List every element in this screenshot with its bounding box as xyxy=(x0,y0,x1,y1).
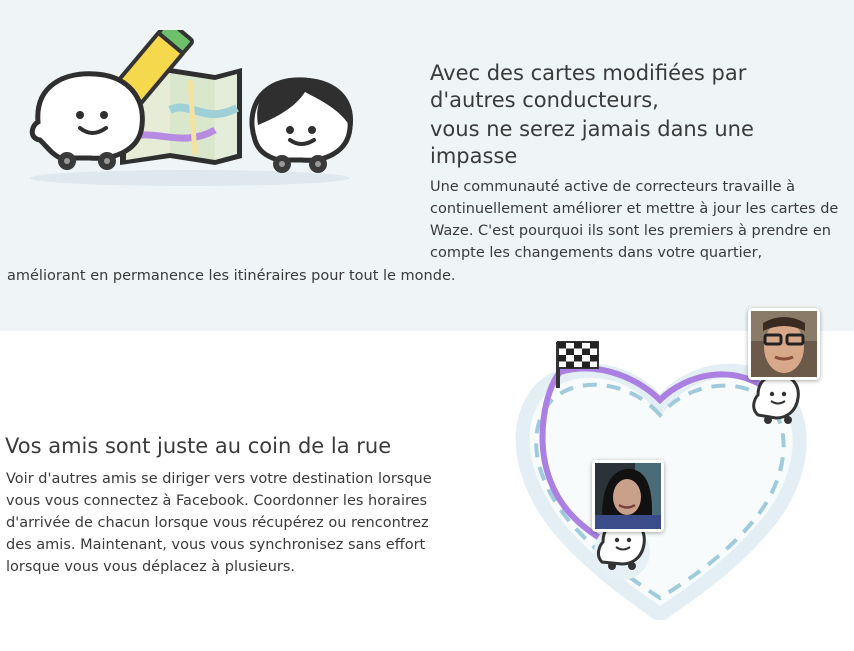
title-line: impasse xyxy=(430,144,518,168)
avatar-image xyxy=(751,311,817,377)
friends-section-title: Vos amis sont juste au coin de la rue xyxy=(5,434,392,458)
friend-avatar-man xyxy=(748,308,820,380)
avatar-image xyxy=(595,463,661,529)
edit-section-body-tail: améliorant en permanence les itinéraires… xyxy=(7,268,456,284)
editing-illustration xyxy=(29,30,354,186)
title-line: Avec des cartes modifiées par xyxy=(430,61,747,85)
edit-section-subtitle: vous ne serez jamais dans une impasse xyxy=(430,116,830,170)
edit-section-title: Avec des cartes modifiées par d'autres c… xyxy=(430,60,830,114)
shadow xyxy=(30,170,350,186)
friend-avatar-woman xyxy=(592,460,664,532)
title-line: d'autres conducteurs, xyxy=(430,88,659,112)
title-line: vous ne serez jamais dans une xyxy=(430,117,754,141)
edit-section-body: Une communauté active de correcteurs tra… xyxy=(430,179,839,261)
wazer-girl-icon xyxy=(249,77,354,173)
friends-section-body: Voir d'autres amis se diriger vers votre… xyxy=(6,471,432,575)
